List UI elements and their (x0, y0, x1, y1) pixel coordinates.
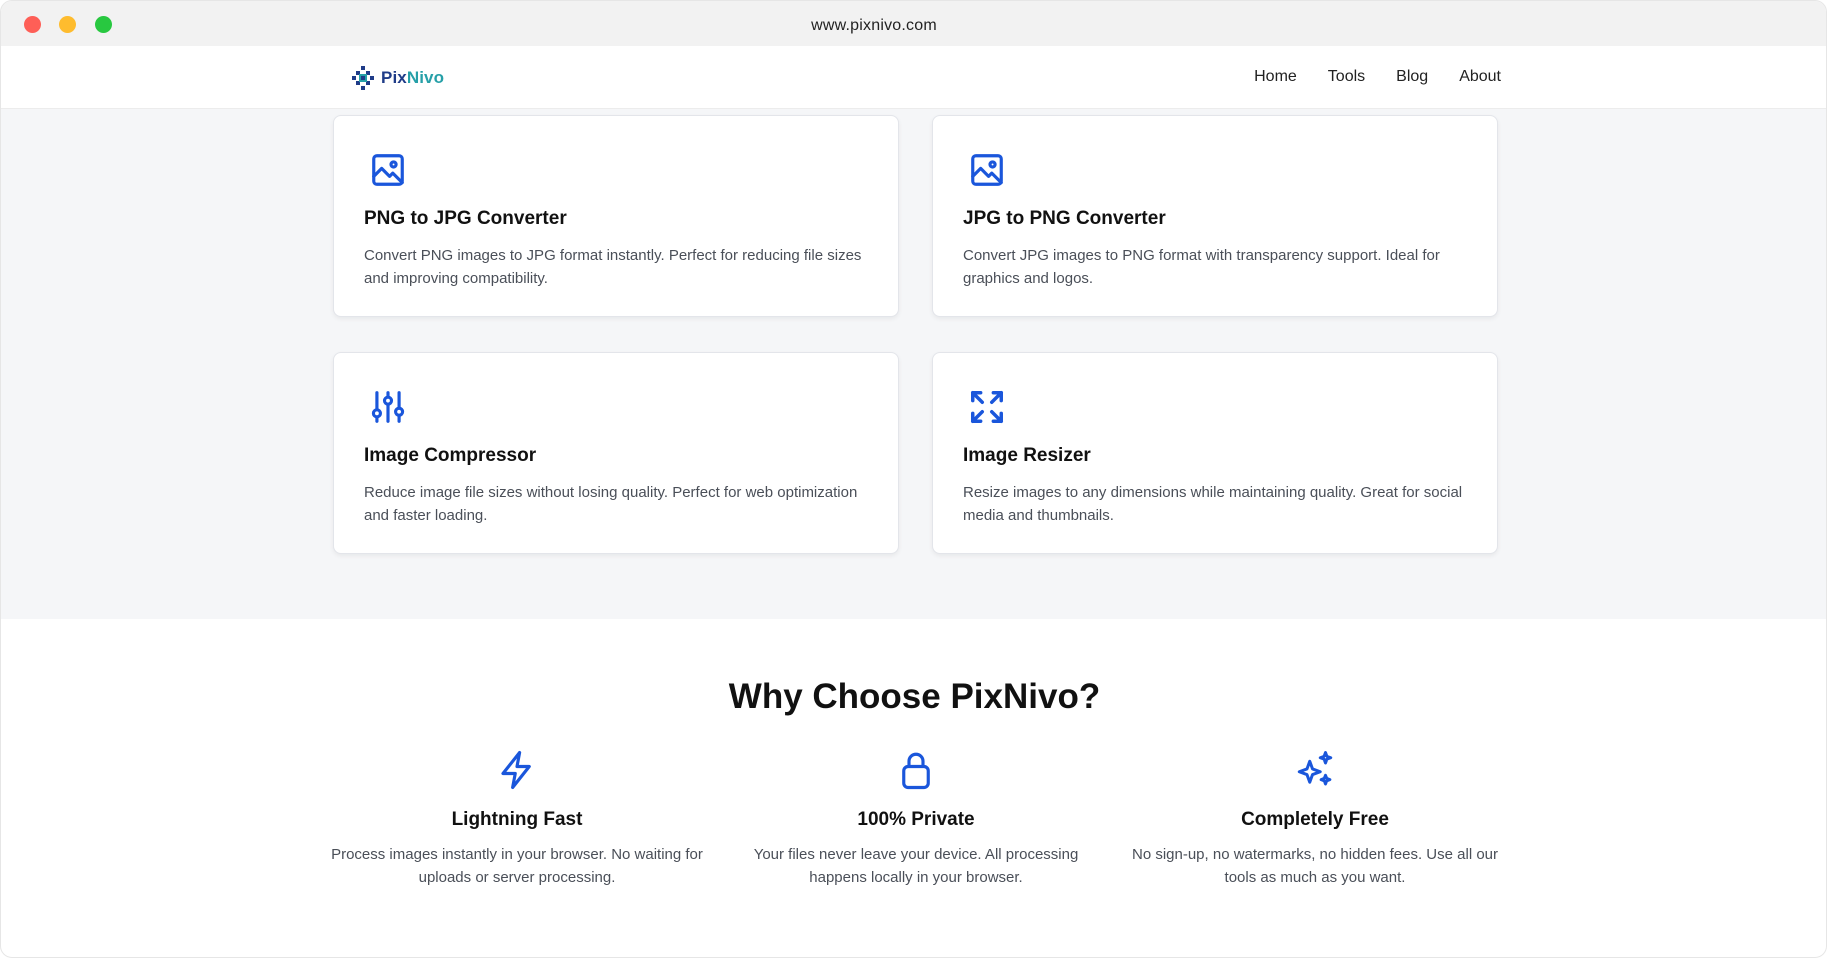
tool-card-title: JPG to PNG Converter (963, 208, 1166, 229)
feature-title: Lightning Fast (451, 809, 583, 830)
site-header: PixNivo Home Tools Blog About (1, 46, 1826, 109)
feature-lightning-fast: Lightning Fast Process images instantly … (327, 749, 707, 889)
logo-mark-icon (352, 66, 374, 90)
logo-text: PixNivo (381, 68, 444, 88)
image-icon (369, 151, 407, 189)
expand-icon (968, 388, 1006, 426)
address-bar[interactable]: www.pixnivo.com (1, 17, 1747, 35)
tool-card-description: Resize images to any dimensions while ma… (963, 484, 1463, 524)
tool-card-title: Image Resizer (963, 445, 1091, 466)
lightning-icon (496, 749, 538, 791)
feature-description: Your files never leave your device. All … (753, 846, 1079, 886)
nav-link-blog[interactable]: Blog (1396, 68, 1428, 86)
lock-icon (895, 749, 937, 791)
tool-card-jpg-to-png[interactable]: JPG to PNG Converter Convert JPG images … (932, 115, 1498, 317)
sparkles-icon (1294, 749, 1336, 791)
tool-card-image-compressor[interactable]: Image Compressor Reduce image file sizes… (333, 352, 899, 554)
nav-link-tools[interactable]: Tools (1328, 68, 1365, 86)
nav-link-home[interactable]: Home (1254, 68, 1297, 86)
tool-card-title: PNG to JPG Converter (364, 208, 567, 229)
site-logo[interactable]: PixNivo (350, 64, 444, 92)
logo-text-nivo: Nivo (406, 68, 445, 87)
feature-private: 100% Private Your files never leave your… (726, 749, 1106, 889)
tool-card-description: Convert PNG images to JPG format instant… (364, 247, 862, 287)
sliders-icon (369, 388, 407, 426)
feature-description: No sign-up, no watermarks, no hidden fee… (1131, 846, 1499, 886)
browser-window: www.pixnivo.com PixNivo Home Tools Blog … (0, 0, 1827, 958)
nav-link-about[interactable]: About (1459, 68, 1501, 86)
tool-card-description: Convert JPG images to PNG format with tr… (963, 247, 1440, 287)
tool-card-image-resizer[interactable]: Image Resizer Resize images to any dimen… (932, 352, 1498, 554)
tool-card-title: Image Compressor (364, 445, 537, 466)
image-icon (968, 151, 1006, 189)
tool-card-description: Reduce image file sizes without losing q… (364, 484, 858, 524)
feature-title: 100% Private (857, 809, 975, 830)
tool-card-png-to-jpg[interactable]: PNG to JPG Converter Convert PNG images … (333, 115, 899, 317)
logo-text-pix: Pix (381, 68, 407, 87)
feature-title: Completely Free (1241, 809, 1389, 830)
tools-section: PNG to JPG Converter Convert PNG images … (1, 109, 1826, 619)
feature-description: Process images instantly in your browser… (331, 846, 703, 886)
why-section-title: Why Choose PixNivo? (728, 677, 1101, 716)
feature-completely-free: Completely Free No sign-up, no watermark… (1125, 749, 1505, 889)
browser-titlebar: www.pixnivo.com (1, 1, 1826, 46)
main-nav: Home Tools Blog About (1223, 68, 1501, 86)
